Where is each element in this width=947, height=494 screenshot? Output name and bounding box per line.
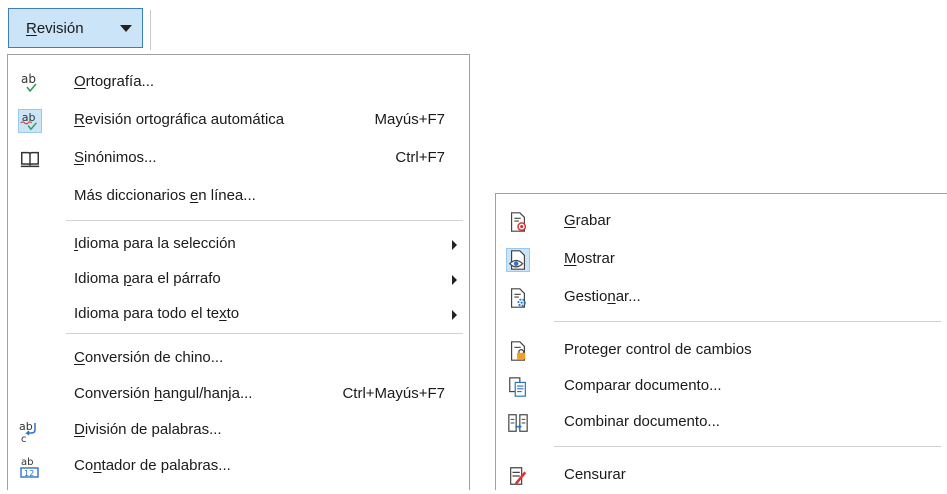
menu-item-language-paragraph[interactable]: Idioma para el párrafo <box>8 262 469 298</box>
shortcut-label: Ctrl+F7 <box>395 149 445 166</box>
menu-item-auto-spellcheck[interactable]: ab Revisión ortográfica automática Mayús… <box>8 103 469 139</box>
menu-item-redact[interactable]: Censurar <box>496 458 947 494</box>
svg-text:ab: ab <box>19 420 33 433</box>
menu-item-language-selection[interactable]: Idioma para la selección <box>8 227 469 263</box>
menu-item-label: Sinónimos... <box>74 149 157 166</box>
toolbar-separator <box>150 10 151 50</box>
submenu-arrow-icon <box>452 240 457 250</box>
menu-item-label: Gestionar... <box>564 288 641 305</box>
menu-item-label: Idioma para todo el texto <box>74 305 240 322</box>
menu-item-thesaurus[interactable]: Sinónimos... Ctrl+F7 <box>8 141 469 177</box>
spellcheck-icon: ab <box>18 71 42 95</box>
menu-item-label: Idioma para el párrafo <box>74 270 221 287</box>
svg-text:c: c <box>21 434 27 443</box>
menu-item-merge[interactable]: Combinar documento... <box>496 405 947 441</box>
revision-menu-button[interactable]: Revisión <box>8 8 143 48</box>
menu-item-manage[interactable]: Gestionar... <box>496 280 947 316</box>
menu-separator <box>554 446 941 447</box>
dropdown-arrow-icon <box>120 25 132 32</box>
word-count-icon: ab 12 <box>18 455 42 479</box>
menu-item-label: Censurar <box>564 466 626 483</box>
menu-item-label: Contador de palabras... <box>74 457 231 474</box>
svg-text:ab: ab <box>21 72 36 86</box>
menu-item-show[interactable]: Mostrar <box>496 242 947 278</box>
menu-item-more-dictionaries[interactable]: Más diccionarios en línea... <box>8 179 469 215</box>
menu-item-label: Más diccionarios en línea... <box>74 187 256 204</box>
menu-item-label: Grabar <box>564 212 611 229</box>
svg-text:12: 12 <box>24 469 34 478</box>
protect-changes-icon <box>506 339 530 363</box>
track-changes-menu: Grabar Mostrar Gestionar... Proteger con… <box>495 193 947 490</box>
thesaurus-book-icon <box>18 147 42 171</box>
menu-item-protect[interactable]: Proteger control de cambios <box>496 333 947 369</box>
menu-item-label: Mostrar <box>564 250 615 267</box>
submenu-arrow-icon <box>452 310 457 320</box>
svg-text:ab: ab <box>21 457 33 468</box>
menu-item-label: División de palabras... <box>74 421 222 438</box>
menu-item-label: Proteger control de cambios <box>564 341 752 358</box>
menu-item-hyphenation[interactable]: ab c División de palabras... <box>8 413 469 449</box>
menu-item-language-all-text[interactable]: Idioma para todo el texto <box>8 297 469 333</box>
manage-changes-icon <box>506 286 530 310</box>
menu-item-spelling[interactable]: ab Ortografía... <box>8 65 469 101</box>
menu-separator <box>66 333 463 334</box>
menu-item-label: Ortografía... <box>74 73 155 90</box>
show-changes-icon <box>506 248 530 272</box>
menu-item-label: Conversión hangul/hanja... <box>74 385 253 402</box>
compare-document-icon <box>506 375 530 399</box>
menu-separator <box>554 321 941 322</box>
menu-item-compare[interactable]: Comparar documento... <box>496 369 947 405</box>
menu-item-word-count[interactable]: ab 12 Contador de palabras... <box>8 449 469 485</box>
redact-icon <box>506 464 530 488</box>
record-changes-icon <box>506 210 530 234</box>
merge-document-icon <box>506 411 530 435</box>
shortcut-label: Ctrl+Mayús+F7 <box>342 385 445 402</box>
menu-item-label: Combinar documento... <box>564 413 720 430</box>
review-menu: ab Ortografía... ab Revisión ortográfica… <box>7 54 470 490</box>
menu-item-record[interactable]: Grabar <box>496 204 947 240</box>
menu-item-label: Idioma para la selección <box>74 235 236 252</box>
menu-item-hangul-hanja[interactable]: Conversión hangul/hanja... Ctrl+Mayús+F7 <box>8 377 469 413</box>
menu-item-chinese-conversion[interactable]: Conversión de chino... <box>8 341 469 377</box>
menu-item-label: Conversión de chino... <box>74 349 224 366</box>
menu-separator <box>66 220 463 221</box>
auto-spellcheck-icon: ab <box>18 109 42 133</box>
menu-item-label: Comparar documento... <box>564 377 722 394</box>
menu-item-label: Revisión ortográfica automática <box>74 111 285 128</box>
shortcut-label: Mayús+F7 <box>374 111 445 128</box>
submenu-arrow-icon <box>452 275 457 285</box>
hyphenation-icon: ab c <box>18 419 42 443</box>
revision-menu-button-label: Revisión <box>26 19 84 37</box>
